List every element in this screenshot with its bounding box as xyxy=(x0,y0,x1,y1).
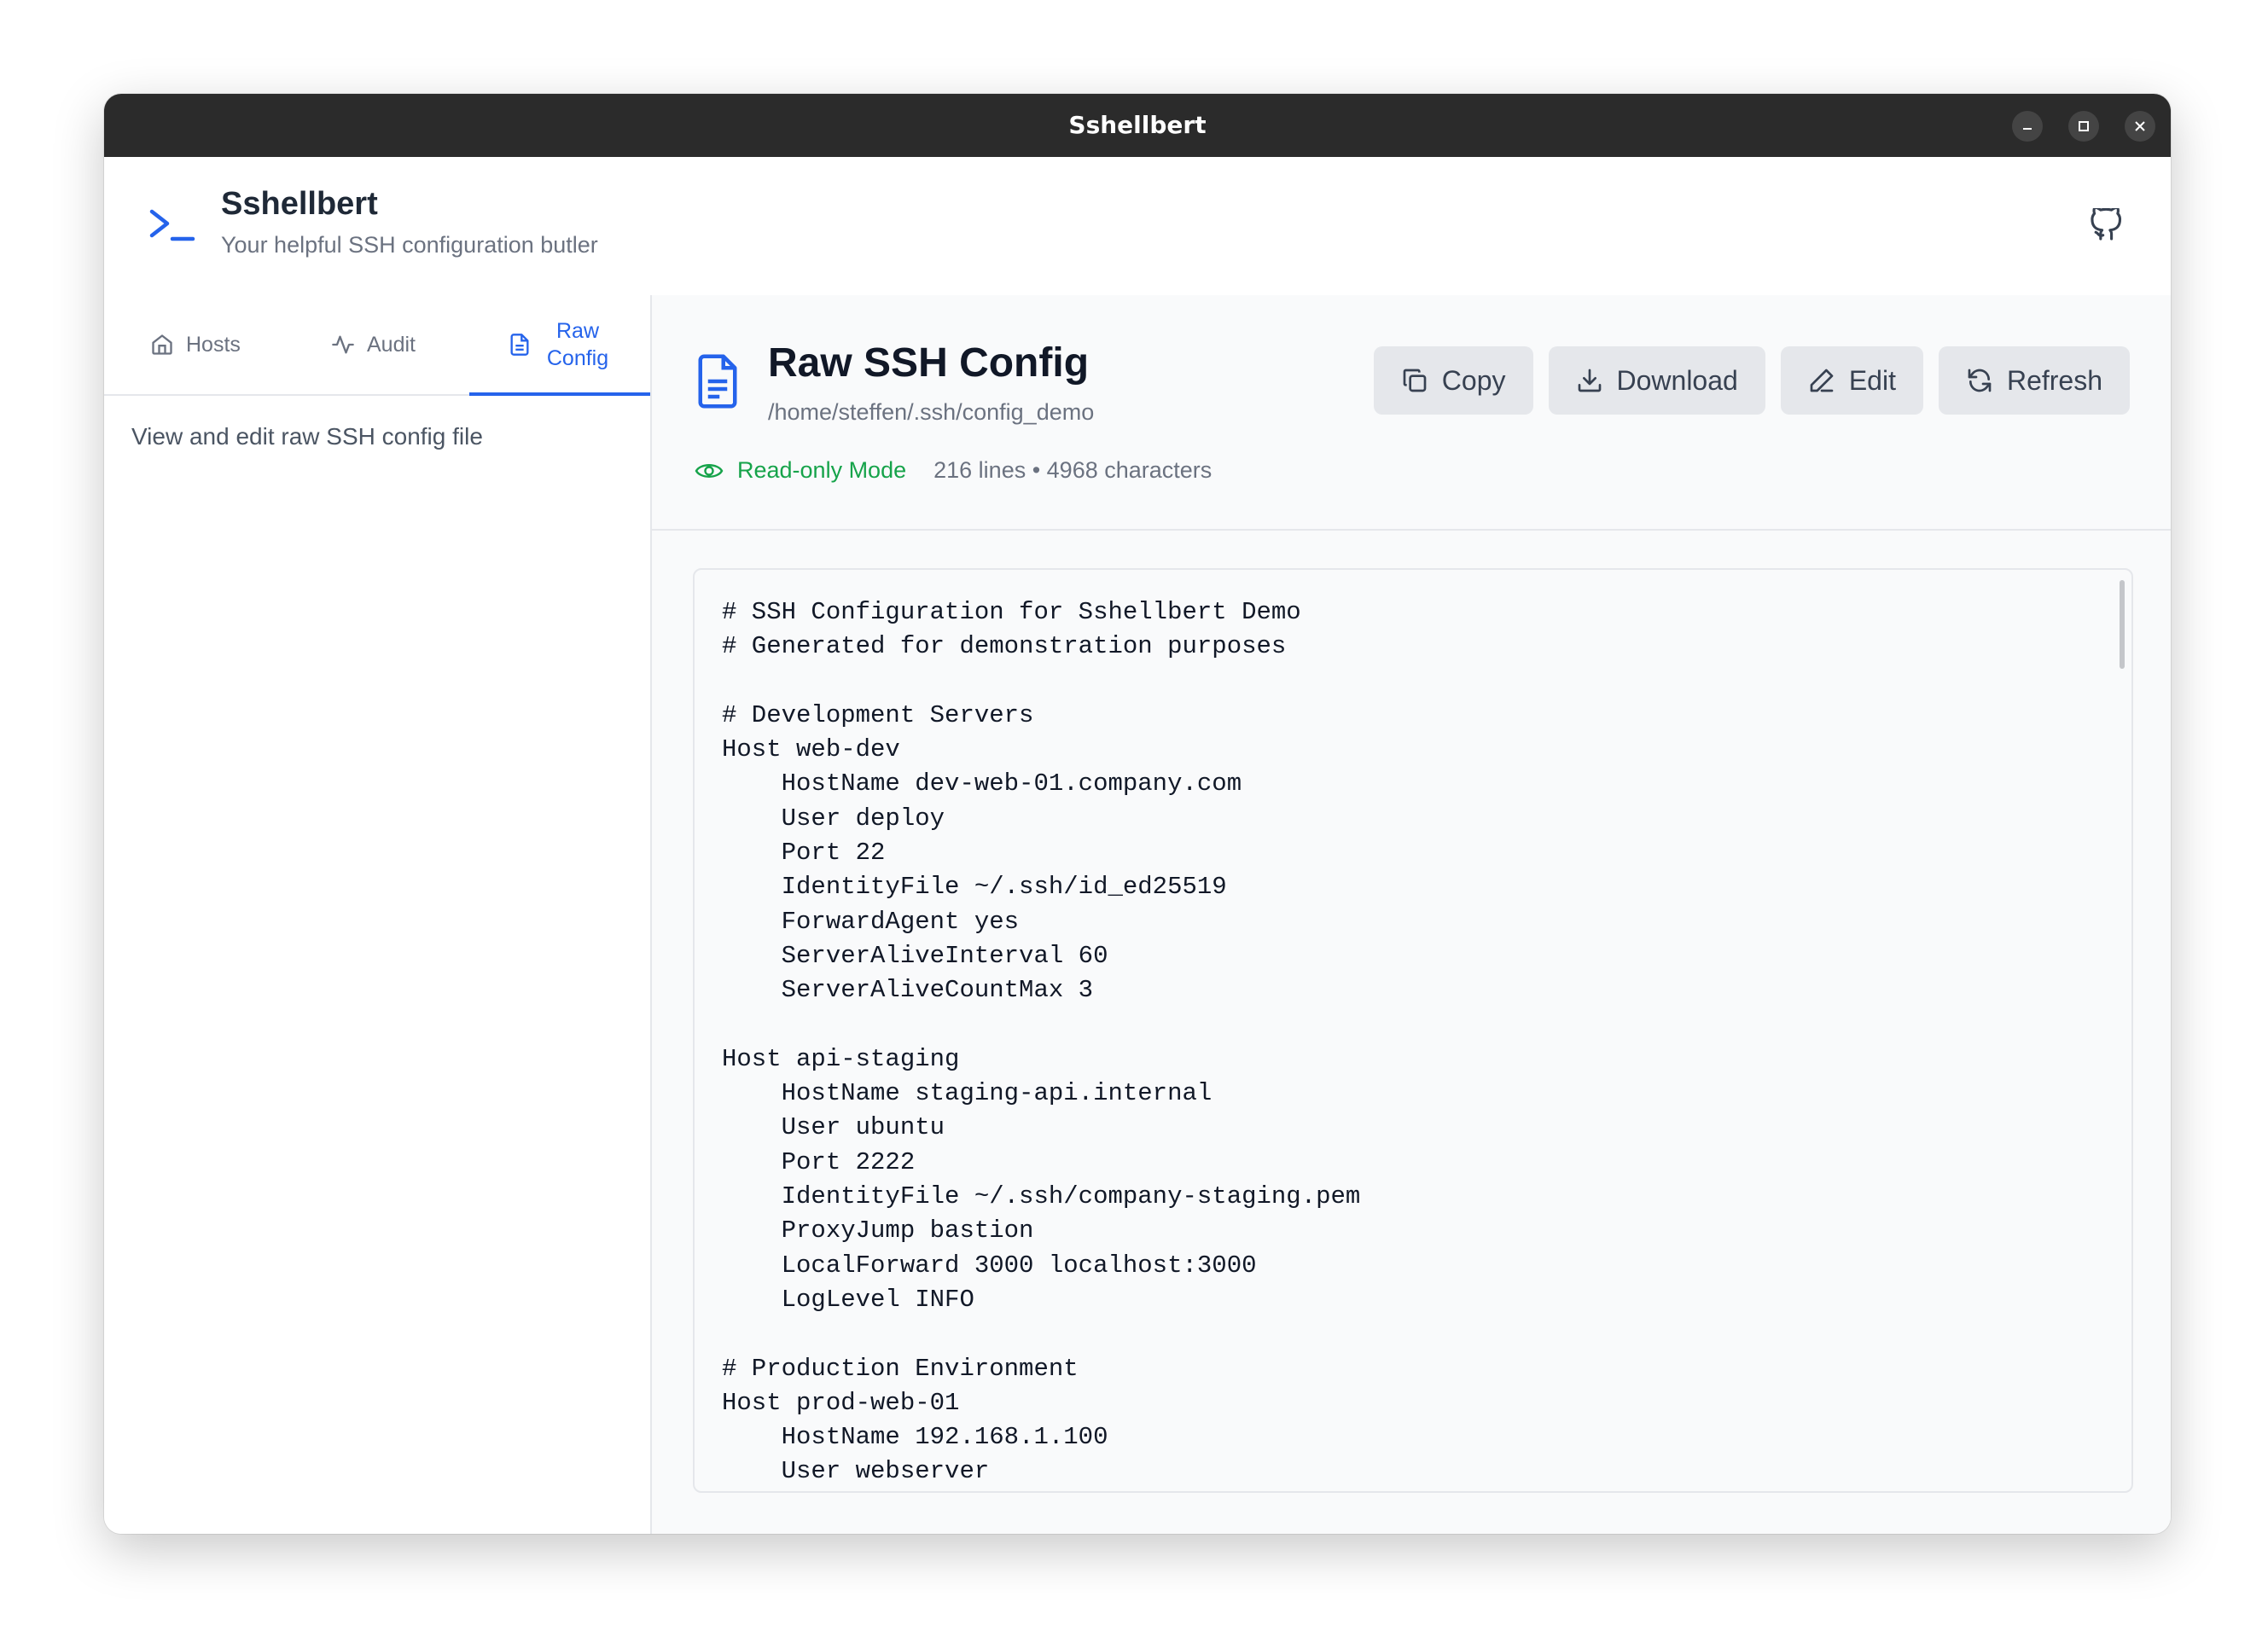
activity-icon xyxy=(332,335,354,354)
close-icon xyxy=(2135,121,2145,131)
page-title: Raw SSH Config xyxy=(768,340,1090,386)
download-button[interactable]: Download xyxy=(1548,346,1765,415)
app-name: Sshellbert xyxy=(221,186,378,222)
minimize-icon xyxy=(2023,128,2032,130)
download-icon xyxy=(1578,369,1601,392)
read-only-mode-label: Read-only Mode xyxy=(737,457,907,483)
edit-label: Edit xyxy=(1848,364,1896,396)
file-text-icon xyxy=(698,354,737,409)
github-icon[interactable] xyxy=(2091,208,2125,246)
pencil-icon xyxy=(1810,369,1834,392)
maximize-icon xyxy=(2079,121,2089,131)
tab-audit[interactable]: Audit xyxy=(331,295,416,394)
main-panel: Raw SSH Config /home/steffen/.ssh/config… xyxy=(652,295,2171,1534)
download-label: Download xyxy=(1616,364,1738,396)
maximize-button[interactable] xyxy=(2068,111,2099,142)
config-viewer[interactable]: # SSH Configuration for Sshellbert Demo … xyxy=(693,568,2133,1493)
sidebar-description: View and edit raw SSH config file xyxy=(131,423,483,450)
window-titlebar[interactable]: Sshellbert xyxy=(104,94,2171,157)
edit-button[interactable]: Edit xyxy=(1780,346,1923,415)
app-window: Sshellbert Sshellbert Your helpful SSH c… xyxy=(104,94,2171,1534)
main-header: Raw SSH Config /home/steffen/.ssh/config… xyxy=(652,295,2171,531)
copy-label: Copy xyxy=(1441,364,1506,396)
window-title: Sshellbert xyxy=(1068,111,1207,139)
terminal-prompt-icon xyxy=(149,209,195,241)
file-stats: 216 lines • 4968 characters xyxy=(933,457,1213,483)
tab-hosts-label: Hosts xyxy=(186,332,241,357)
close-button[interactable] xyxy=(2125,111,2155,142)
copy-button[interactable]: Copy xyxy=(1373,346,1533,415)
action-toolbar: Copy Download Edit Refresh xyxy=(1373,346,2130,415)
file-text-icon xyxy=(510,334,529,356)
tab-bar: Hosts Audit Raw Config xyxy=(104,295,650,396)
refresh-label: Refresh xyxy=(2006,364,2102,396)
config-text[interactable]: # SSH Configuration for Sshellbert Demo … xyxy=(695,570,2131,1491)
tab-hosts[interactable]: Hosts xyxy=(150,295,241,394)
home-icon xyxy=(152,334,172,355)
tab-raw-config[interactable]: Raw Config xyxy=(469,295,650,396)
tab-raw-config-label: Raw Config xyxy=(546,319,609,370)
refresh-icon xyxy=(1968,369,1992,392)
copy-icon xyxy=(1403,369,1427,392)
config-file-path: /home/steffen/.ssh/config_demo xyxy=(768,399,1095,425)
eye-icon xyxy=(695,463,724,478)
status-line: Read-only Mode 216 lines • 4968 characte… xyxy=(695,457,1212,484)
app-tagline: Your helpful SSH configuration butler xyxy=(221,232,598,258)
minimize-button[interactable] xyxy=(2012,111,2043,142)
scrollbar-thumb[interactable] xyxy=(2120,580,2125,669)
refresh-button[interactable]: Refresh xyxy=(1938,346,2130,415)
sidebar: Hosts Audit Raw Config View and edit raw… xyxy=(104,295,652,1534)
tab-audit-label: Audit xyxy=(367,332,416,357)
app-header: Sshellbert Your helpful SSH configuratio… xyxy=(104,157,2171,297)
